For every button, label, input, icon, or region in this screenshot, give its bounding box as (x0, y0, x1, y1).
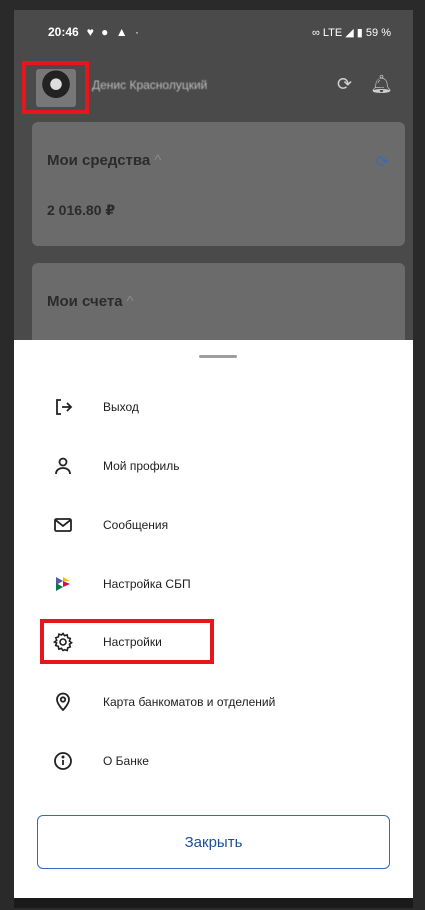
accounts-title-text: Мои счета (47, 293, 123, 310)
sheet-drag-handle[interactable] (199, 355, 237, 358)
close-button[interactable]: Закрыть (37, 815, 390, 869)
bell-icon[interactable]: 🔔︎ (370, 74, 393, 95)
menu-item-label: О Банке (103, 754, 149, 768)
info-icon (52, 750, 74, 772)
phone-frame: 20:46 ♥ ● ▲ · ∞ LTE ◢ ▮ 59 % Денис Красн… (0, 0, 425, 910)
menu-item-label: Настройка СБП (103, 577, 191, 591)
menu-item-about[interactable]: О Банке (14, 741, 413, 781)
menu-item-messages[interactable]: Сообщения (14, 505, 413, 545)
menu-item-logout[interactable]: Выход (14, 387, 413, 427)
accounts-card-title: Мои счета ^ (47, 293, 134, 310)
menu-item-atm-map[interactable]: Карта банкоматов и отделений (14, 682, 413, 722)
notification-icons: ♥ ● ▲ · (86, 25, 141, 39)
menu-item-sbp[interactable]: Настройка СБП (14, 564, 413, 604)
app-header: Денис Краснолуцкий ⟳ 🔔︎ (14, 54, 413, 120)
funds-card-title: Мои средства ^ (47, 152, 161, 169)
messages-icon (52, 514, 74, 536)
chevron-up-icon: ^ (154, 152, 162, 169)
sbp-icon (52, 573, 74, 595)
menu-item-profile[interactable]: Мой профиль (14, 446, 413, 486)
settings-highlight (40, 619, 214, 664)
chevron-up-icon: ^ (126, 293, 134, 310)
status-bar: 20:46 ♥ ● ▲ · ∞ LTE ◢ ▮ 59 % (14, 10, 413, 54)
bottom-sheet-menu: Выход Мой профиль Сообщения Настройка СБ… (14, 340, 413, 908)
menu-item-label: Выход (103, 400, 139, 414)
navigation-bar (14, 898, 413, 908)
user-name: Денис Краснолуцкий (92, 78, 208, 92)
location-pin-icon (52, 691, 74, 713)
header-actions: ⟳ 🔔︎ (337, 74, 393, 95)
funds-card[interactable]: Мои средства ^ ⟳ 2 016.80 ₽ (32, 122, 405, 246)
dimmed-app-background: 20:46 ♥ ● ▲ · ∞ LTE ◢ ▮ 59 % Денис Красн… (14, 10, 413, 363)
profile-icon (52, 455, 74, 477)
funds-amount: 2 016.80 ₽ (47, 202, 116, 218)
refresh-icon[interactable]: ⟳ (337, 74, 352, 95)
menu-item-label: Мой профиль (103, 459, 180, 473)
refresh-icon[interactable]: ⟳ (376, 152, 389, 172)
menu-item-label: Сообщения (103, 518, 169, 532)
funds-title-text: Мои средства (47, 152, 151, 169)
logout-icon (52, 396, 74, 418)
menu-item-label: Карта банкоматов и отделений (103, 695, 276, 709)
status-time: 20:46 (48, 25, 79, 39)
status-indicators: ∞ LTE ◢ ▮ 59 % (311, 26, 391, 39)
avatar-highlight[interactable] (22, 61, 89, 114)
avatar[interactable] (35, 68, 76, 107)
phone-screen: 20:46 ♥ ● ▲ · ∞ LTE ◢ ▮ 59 % Денис Красн… (14, 10, 413, 908)
